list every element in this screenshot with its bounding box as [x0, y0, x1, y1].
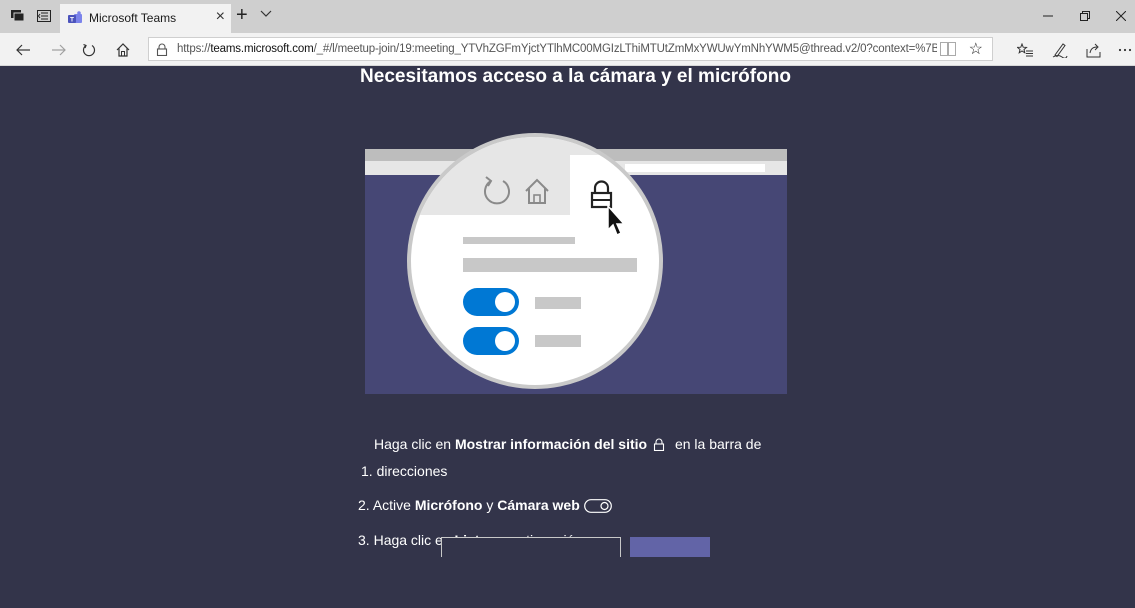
browser-toolbar: https://teams.microsoft.com/_#/l/meetup-…: [0, 33, 1135, 66]
new-tab-icon[interactable]: +: [236, 4, 248, 26]
browser-titlebar: T Microsoft Teams × +: [0, 0, 1135, 33]
url-text[interactable]: https://teams.microsoft.com/_#/l/meetup-…: [177, 43, 937, 55]
step-1-continuation: 1. direcciones: [361, 463, 448, 479]
svg-text:T: T: [70, 17, 74, 24]
permission-illustration: [365, 133, 787, 394]
more-icon[interactable]: [1116, 41, 1134, 59]
teams-icon: T: [68, 11, 82, 24]
set-tabs-aside-icon[interactable]: [36, 9, 52, 23]
tab-microsoft-teams[interactable]: T Microsoft Teams ×: [60, 4, 231, 33]
home-icon[interactable]: [114, 41, 132, 59]
step-1: Haga clic en Mostrar información del sit…: [374, 436, 762, 452]
page-content: Necesitamos acceso a la cámara y el micr…: [0, 66, 1135, 608]
favorites-icon[interactable]: [1016, 41, 1034, 59]
forward-icon[interactable]: [50, 41, 68, 59]
restore-icon[interactable]: [1077, 8, 1093, 24]
tab-close-icon[interactable]: ×: [216, 8, 225, 26]
secondary-button[interactable]: [441, 537, 621, 557]
close-window-icon[interactable]: [1113, 8, 1129, 24]
share-icon[interactable]: [1085, 41, 1103, 59]
minimize-icon[interactable]: [1040, 8, 1056, 24]
tab-actions-icon[interactable]: [10, 9, 26, 23]
address-bar[interactable]: https://teams.microsoft.com/_#/l/meetup-…: [148, 37, 993, 61]
refresh-icon[interactable]: [80, 41, 98, 59]
lock-icon: [654, 438, 665, 451]
lock-icon[interactable]: [156, 43, 168, 56]
primary-button[interactable]: [630, 537, 710, 557]
pen-icon[interactable]: [1051, 41, 1069, 59]
back-icon[interactable]: [14, 41, 32, 59]
page-title: Necesitamos acceso a la cámara y el micr…: [360, 66, 791, 87]
step-2: 2. Active Micrófono y Cámara web: [358, 497, 612, 513]
toggle-icon: [583, 499, 612, 513]
chevron-down-icon[interactable]: [260, 8, 272, 18]
favorite-star-icon[interactable]: ☆: [969, 39, 983, 59]
tab-title: Microsoft Teams: [89, 11, 177, 25]
reading-view-icon[interactable]: [940, 42, 956, 56]
